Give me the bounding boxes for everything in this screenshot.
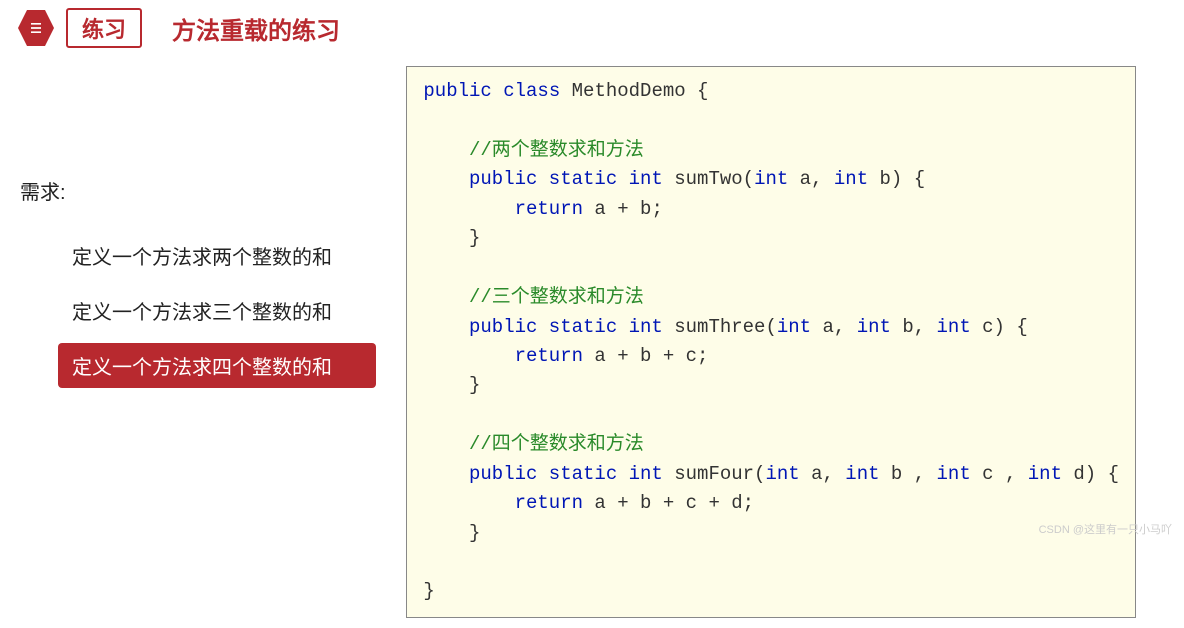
code-text: } — [423, 522, 480, 544]
code-kw: public static int — [423, 316, 662, 338]
req-item-3: 定义一个方法求四个整数的和 — [58, 343, 376, 388]
code-text: sumThree( — [663, 316, 777, 338]
code-text: a + b + c + d; — [583, 492, 754, 514]
code-text: d) { — [1062, 463, 1119, 485]
code-kw: int — [777, 316, 811, 338]
code-text: c , — [971, 463, 1028, 485]
req-item-1: 定义一个方法求两个整数的和 — [58, 233, 376, 278]
code-kw: int — [1028, 463, 1062, 485]
code-text: b, — [891, 316, 937, 338]
code-text: MethodDemo { — [560, 80, 708, 102]
code-comment: //两个整数求和方法 — [423, 139, 643, 161]
code-text: c) { — [971, 316, 1028, 338]
code-kw: public static int — [423, 168, 662, 190]
code-text: a, — [811, 316, 857, 338]
header: 练习 方法重载的练习 — [0, 0, 1184, 56]
code-panel: public class MethodDemo { //两个整数求和方法 pub… — [406, 66, 1136, 618]
code-kw: int — [857, 316, 891, 338]
code-comment: //四个整数求和方法 — [423, 433, 643, 455]
watermark: CSDN @这里有一只小马吖 — [1039, 521, 1172, 537]
code-text: a + b + c; — [583, 345, 708, 367]
code-text: a + b; — [583, 198, 663, 220]
code-text: sumTwo( — [663, 168, 754, 190]
code-kw: class — [492, 80, 560, 102]
code-text: a, — [788, 168, 834, 190]
code-kw: int — [937, 316, 971, 338]
code-text: b) { — [868, 168, 925, 190]
code-kw: return — [423, 492, 583, 514]
code-kw: public static int — [423, 463, 662, 485]
code-kw: int — [765, 463, 799, 485]
code-kw: int — [937, 463, 971, 485]
list-icon — [18, 10, 54, 46]
code-kw: int — [834, 168, 868, 190]
code-text: b , — [880, 463, 937, 485]
code-text: } — [423, 580, 434, 602]
page-title: 方法重载的练习 — [172, 11, 340, 46]
code-kw: int — [845, 463, 879, 485]
code-text: a, — [800, 463, 846, 485]
code-comment: //三个整数求和方法 — [423, 286, 643, 308]
req-item-2: 定义一个方法求三个整数的和 — [58, 288, 376, 333]
code-kw: return — [423, 345, 583, 367]
left-panel: 需求: 定义一个方法求两个整数的和 定义一个方法求三个整数的和 定义一个方法求四… — [20, 66, 376, 618]
code-text: sumFour( — [663, 463, 766, 485]
code-kw: int — [754, 168, 788, 190]
requirements-label: 需求: — [20, 176, 376, 205]
code-text: } — [423, 374, 480, 396]
code-kw: return — [423, 198, 583, 220]
code-text: } — [423, 227, 480, 249]
badge-practice: 练习 — [66, 8, 142, 48]
code-kw: public — [423, 80, 491, 102]
content: 需求: 定义一个方法求两个整数的和 定义一个方法求三个整数的和 定义一个方法求四… — [0, 56, 1184, 628]
